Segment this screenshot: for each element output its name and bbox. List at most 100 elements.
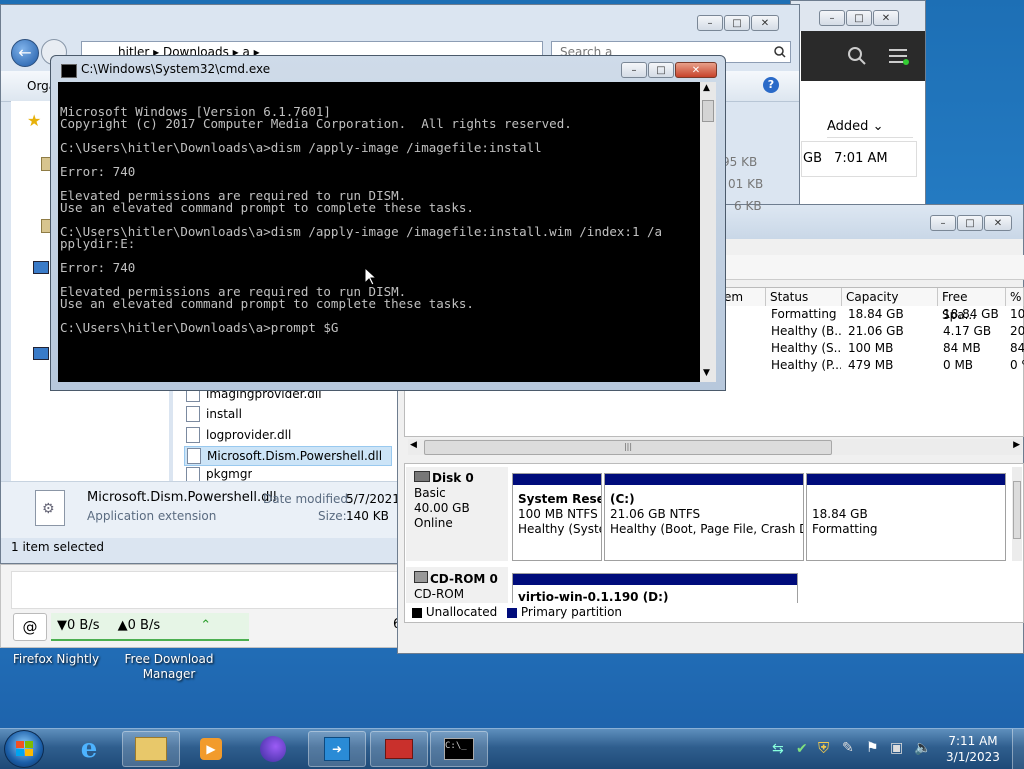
status-bar: 1 item selected (11, 540, 105, 554)
arrow-left-icon[interactable]: ◀ (410, 440, 417, 450)
tray-security-icon[interactable]: ✔ (796, 741, 808, 757)
desktop-icon-firefox-nightly[interactable]: Firefox Nightly (8, 652, 104, 667)
minimize-button[interactable]: – (819, 10, 845, 26)
taskbar-media-player[interactable]: ▶ (182, 731, 240, 767)
tray-flag-icon[interactable]: ⚑ (866, 740, 879, 756)
help-icon[interactable]: ? (763, 77, 779, 93)
taskbar: e ▶ ➜ C:\_ ⇆ ✔ ⛨ ✎ ⚑ ▣ 🔈 7:11 AM 3/1/202… (0, 728, 1024, 769)
minimize-button[interactable]: – (697, 15, 723, 31)
console-output[interactable]: Microsoft Windows [Version 6.1.7601] Copy… (58, 82, 700, 382)
partition-c[interactable]: (C:) 21.06 GB NTFS Healthy (Boot, Page F… (604, 473, 804, 561)
list-item[interactable]: pkgmgr (186, 467, 252, 481)
desktop-icon-free-download-manager[interactable]: Free Download Manager (120, 652, 218, 682)
console-line: Error: 740 (60, 164, 136, 179)
clock[interactable]: 7:11 AM 3/1/2023 (940, 733, 1006, 765)
minimize-button[interactable]: – (621, 62, 647, 78)
legend: Unallocated Primary partition (412, 605, 622, 619)
scroll-thumb[interactable]: ||| (424, 440, 832, 455)
back-button[interactable]: ← (11, 39, 39, 67)
start-button[interactable] (4, 730, 44, 768)
arrow-up-icon[interactable]: ▲ (703, 83, 710, 93)
chevron-up-icon[interactable]: ⌃ (200, 618, 211, 633)
close-button[interactable]: ✕ (751, 15, 779, 31)
column-header-layout[interactable]: em (720, 288, 766, 306)
partition-e[interactable]: 18.84 GB Formatting (806, 473, 1006, 561)
percent-cell: 0 % (1010, 358, 1024, 372)
list-item-selected[interactable]: Microsoft.Dism.Powershell.dll (184, 446, 392, 466)
windows-logo-icon (25, 749, 33, 756)
search-icon[interactable] (847, 46, 867, 66)
taskbar-explorer[interactable] (122, 731, 180, 767)
vertical-scrollbar[interactable]: ▲ ▼ (700, 82, 716, 382)
arrow-down-icon[interactable]: ▼ (703, 368, 710, 378)
menu-icon[interactable] (889, 47, 909, 65)
cmd-app-icon (61, 64, 77, 78)
legend-swatch-unallocated (412, 607, 422, 618)
firefox-icon (260, 736, 286, 762)
column-added[interactable]: Added ⌄ (827, 117, 913, 138)
column-header-capacity[interactable]: Capacity (842, 288, 938, 306)
column-header-percent[interactable]: % (1006, 288, 1024, 306)
horizontal-scrollbar[interactable]: ||| ◀ ▶ (408, 439, 1022, 455)
column-header-free-space[interactable]: Free Spa... (938, 288, 1006, 322)
console-line: Use an elevated command prompt to comple… (60, 296, 474, 311)
maximize-button[interactable]: □ (648, 62, 674, 78)
arrow-right-icon[interactable]: ▶ (1013, 440, 1020, 450)
partition-detail: 21.06 GB NTFS (610, 507, 701, 521)
cdrom-name: CD-ROM 0 (430, 572, 498, 586)
tray-display-icon[interactable]: ▣ (890, 740, 903, 756)
file-name: Microsoft.Dism.Powershell.dll (207, 449, 383, 463)
maximize-button[interactable]: □ (846, 10, 872, 26)
close-button[interactable]: ✕ (984, 215, 1012, 231)
partition-detail: 100 MB NTFS (518, 507, 598, 521)
download-row[interactable]: GB 7:01 AM (801, 141, 917, 177)
status-cell: Healthy (P... (771, 358, 841, 372)
taskbar-free-download-manager[interactable]: ➜ (308, 731, 366, 767)
maximize-button[interactable]: □ (957, 215, 983, 231)
minimize-button[interactable]: – (930, 215, 956, 231)
scroll-thumb[interactable] (702, 100, 714, 122)
taskbar-internet-explorer[interactable]: e (60, 731, 118, 767)
network-icon[interactable] (33, 347, 49, 360)
partition-cdrom[interactable]: virtio-win-0.1.190 (D:) (512, 573, 798, 603)
partition-name (812, 492, 1000, 507)
taskbar-cmd[interactable]: C:\_ (430, 731, 488, 767)
list-item[interactable]: install (186, 404, 242, 424)
tray-network-sync-icon[interactable]: ⇆ (772, 741, 784, 757)
partition-detail: 18.84 GB (812, 507, 868, 521)
tray-shield-icon[interactable]: ⛨ (818, 739, 829, 757)
arrow-left-icon: ← (18, 43, 32, 62)
fdm-toolbar (801, 31, 925, 81)
column-header-status[interactable]: Status (766, 288, 842, 306)
status-cell: Healthy (B... (771, 324, 841, 338)
speed-limiter-button[interactable]: @ (13, 613, 47, 641)
console-line: C:\Users\hitler\Downloads\a>dism /apply-… (60, 224, 663, 239)
computer-icon[interactable] (33, 261, 49, 274)
show-desktop-button[interactable] (1012, 729, 1024, 769)
taskbar-firefox[interactable] (244, 731, 302, 767)
vertical-scrollbar[interactable] (1012, 467, 1022, 561)
partition-system-reserved[interactable]: System Reser 100 MB NTFS Healthy (Syster (512, 473, 602, 561)
close-button[interactable]: ✕ (675, 62, 717, 78)
list-item[interactable]: logprovider.dll (186, 425, 291, 445)
star-icon[interactable]: ★ (27, 111, 41, 130)
speed-indicator[interactable]: ▼0 B/s ▲0 B/s ⌃ (51, 613, 249, 641)
fdm-window[interactable]: – □ ✕ Added ⌄ GB 7:01 AM (790, 0, 926, 210)
close-button[interactable]: ✕ (873, 10, 899, 26)
disk-0-info[interactable]: Disk 0 Basic 40.00 GB Online (406, 467, 508, 561)
cmd-window[interactable]: C:\Windows\System32\cmd.exe – □ ✕ Micros… (50, 55, 726, 391)
partition-status: Healthy (Syster (518, 522, 602, 536)
console-line: Copyright (c) 2017 Computer Media Corpor… (60, 116, 572, 131)
windows-logo-icon (16, 741, 24, 748)
taskbar-toolbox[interactable] (370, 731, 428, 767)
maximize-button[interactable]: □ (724, 15, 750, 31)
capacity-cell: 21.06 GB (848, 324, 904, 338)
tray-volume-icon[interactable]: 🔈 (914, 740, 931, 756)
cdrom-row[interactable]: CD-ROM 0 CD-ROM virtio-win-0.1.190 (D:) (406, 567, 1006, 603)
dll-file-icon: ⚙ (35, 490, 65, 526)
free-cell: 4.17 GB (943, 324, 992, 338)
cdrom-volume: virtio-win-0.1.190 (D:) (518, 590, 669, 603)
tray-tools-icon[interactable]: ✎ (842, 740, 854, 756)
